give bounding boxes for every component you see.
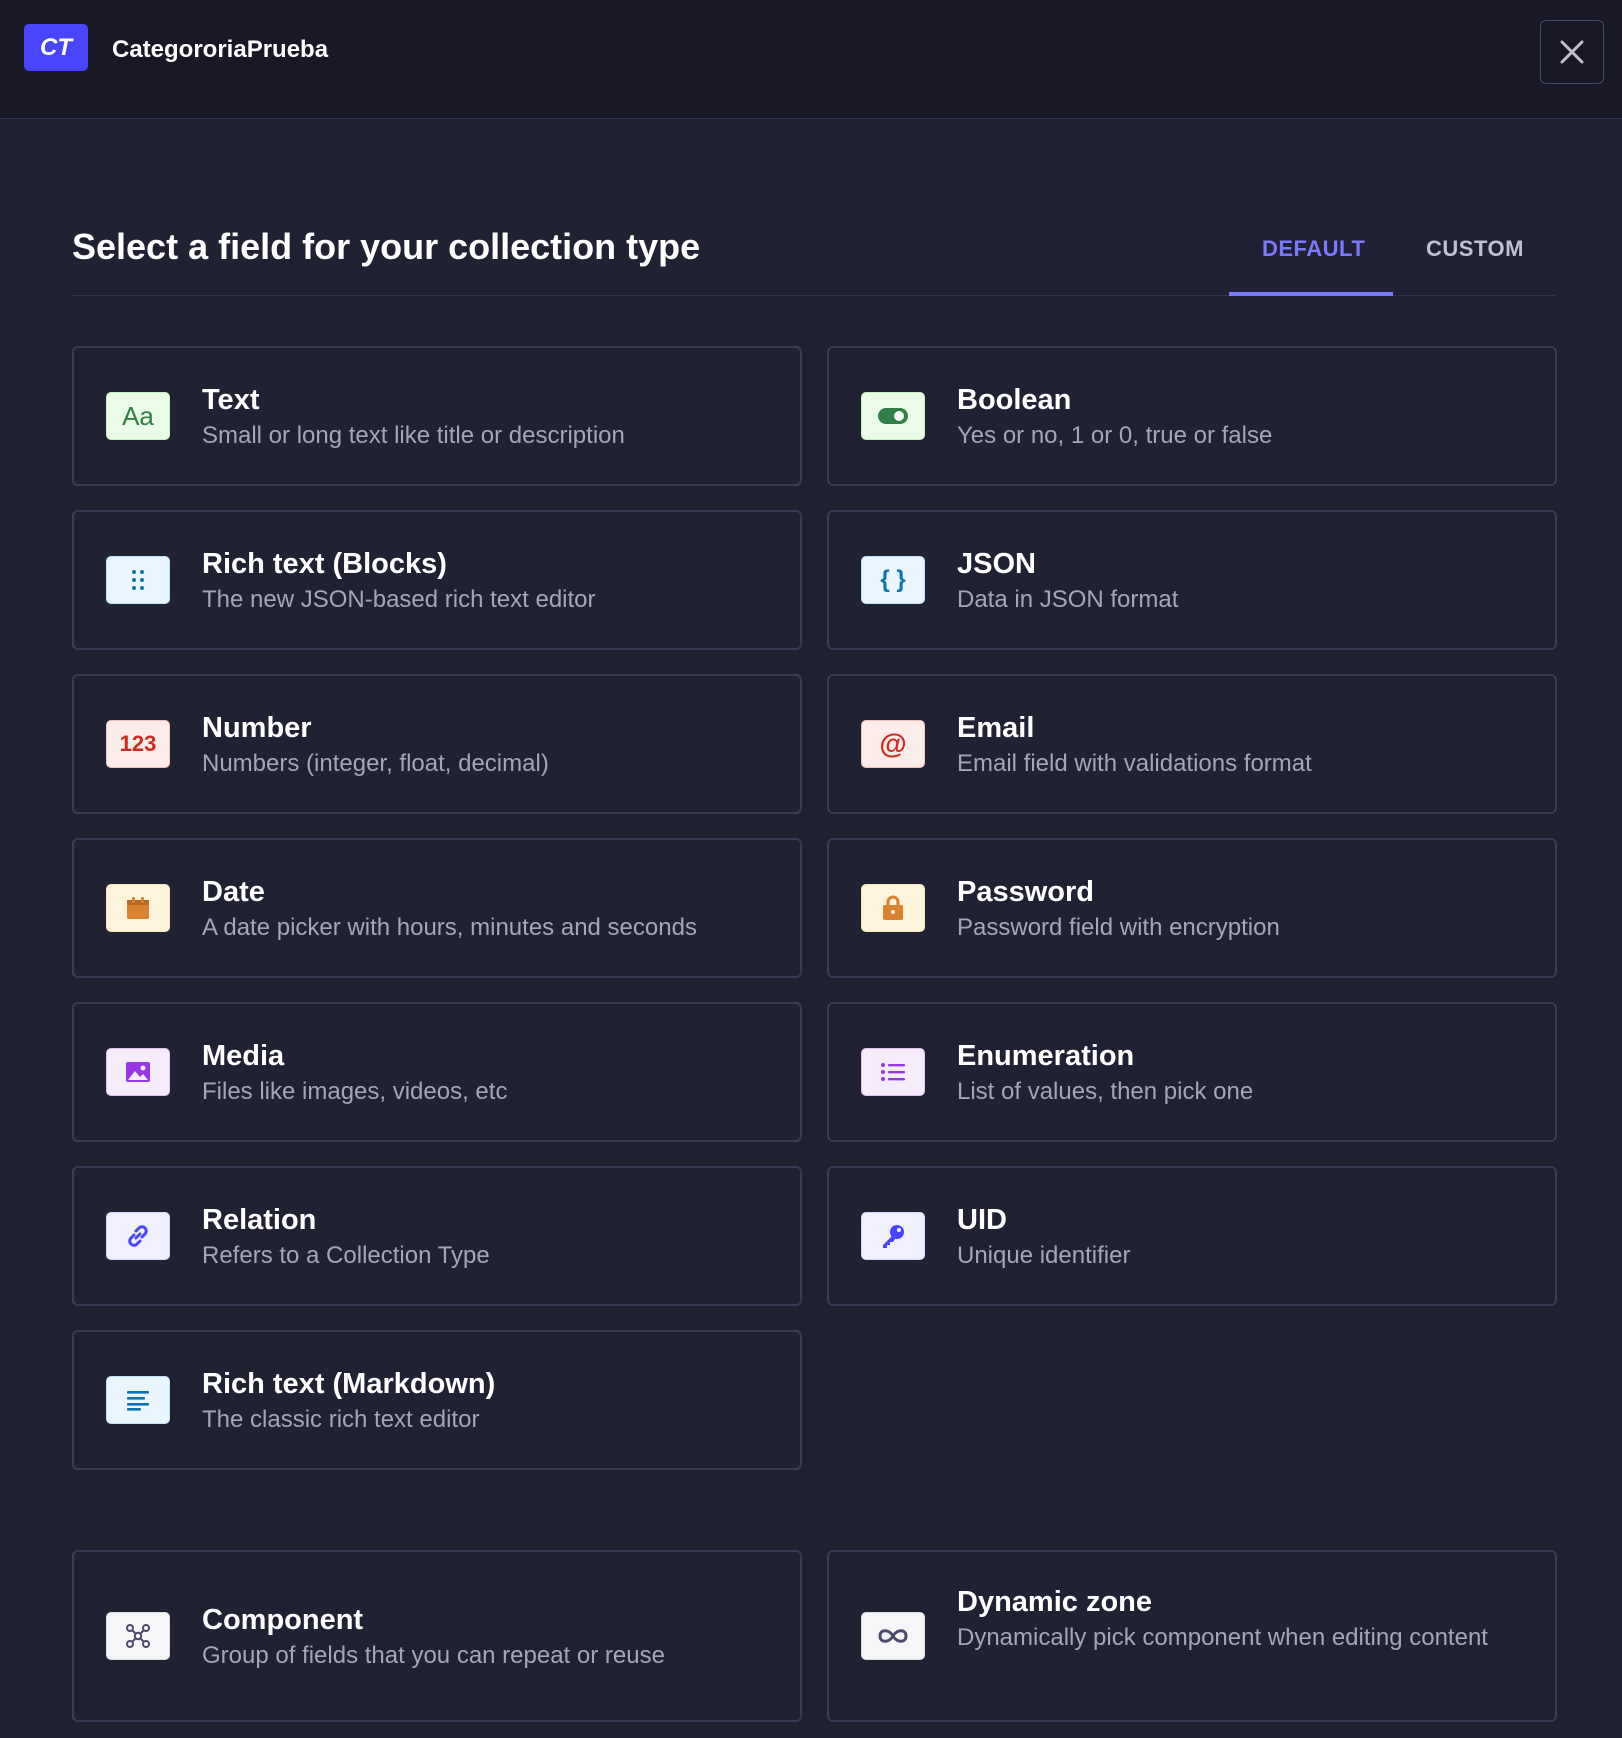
list-icon — [861, 1048, 925, 1096]
field-label: Boolean — [957, 384, 1072, 416]
number-icon: 123 — [106, 720, 170, 768]
field-label: Component — [202, 1604, 364, 1636]
field-label: Date — [202, 876, 265, 908]
field-label: Media — [202, 1040, 285, 1072]
field-card-relation[interactable]: Relation Refers to a Collection Type — [72, 1166, 802, 1306]
field-label: Email — [957, 712, 1035, 744]
field-description: Dynamically pick component when editing … — [957, 1624, 1488, 1651]
field-card-dynamic-zone[interactable]: Dynamic zone Dynamically pick component … — [827, 1550, 1557, 1722]
infinity-icon — [861, 1612, 925, 1660]
field-card-boolean[interactable]: Boolean Yes or no, 1 or 0, true or false — [827, 346, 1557, 486]
close-button[interactable] — [1540, 20, 1604, 84]
field-description: Files like images, videos, etc — [202, 1078, 508, 1105]
page-title: Select a field for your collection type — [72, 226, 701, 267]
at-icon: @ — [861, 720, 925, 768]
field-card-number[interactable]: 123 Number Numbers (integer, float, deci… — [72, 674, 802, 814]
field-description: The new JSON-based rich text editor — [202, 586, 596, 613]
field-card-password[interactable]: Password Password field with encryption — [827, 838, 1557, 978]
field-card-component[interactable]: Component Group of fields that you can r… — [72, 1550, 802, 1722]
close-icon — [1560, 40, 1584, 64]
field-description: Group of fields that you can repeat or r… — [202, 1642, 665, 1669]
tab-custom[interactable]: CUSTOM — [1426, 236, 1524, 262]
field-description: Yes or no, 1 or 0, true or false — [957, 422, 1273, 449]
field-label: UID — [957, 1204, 1007, 1236]
field-label: Rich text (Blocks) — [202, 548, 447, 580]
component-icon — [106, 1612, 170, 1660]
drag-dots-icon — [106, 556, 170, 604]
paragraph-icon — [106, 1376, 170, 1424]
content-type-badge: CT — [24, 24, 88, 71]
field-label: Dynamic zone — [957, 1586, 1152, 1618]
field-card-uid[interactable]: UID Unique identifier — [827, 1166, 1557, 1306]
field-description: Refers to a Collection Type — [202, 1242, 490, 1269]
field-description: List of values, then pick one — [957, 1078, 1254, 1105]
tab-default[interactable]: DEFAULT — [1262, 236, 1365, 262]
field-description: Password field with encryption — [957, 914, 1280, 941]
field-card-enumeration[interactable]: Enumeration List of values, then pick on… — [827, 1002, 1557, 1142]
active-tab-indicator — [1229, 292, 1393, 296]
header-title: CategororiaPrueba — [112, 36, 329, 63]
field-label: Password — [957, 876, 1094, 908]
field-label: Number — [202, 712, 312, 744]
field-card-media[interactable]: Media Files like images, videos, etc — [72, 1002, 802, 1142]
key-icon — [861, 1212, 925, 1260]
field-description: Small or long text like title or descrip… — [202, 422, 625, 449]
field-description: A date picker with hours, minutes and se… — [202, 914, 697, 941]
field-description: The classic rich text editor — [202, 1406, 480, 1433]
field-description: Unique identifier — [957, 1242, 1131, 1269]
field-label: Enumeration — [957, 1040, 1135, 1072]
braces-icon: { } — [861, 556, 925, 604]
field-label: Rich text (Markdown) — [202, 1368, 496, 1400]
field-label: JSON — [957, 548, 1036, 580]
field-card-rich-text-blocks[interactable]: Rich text (Blocks) The new JSON-based ri… — [72, 510, 802, 650]
link-icon — [106, 1212, 170, 1260]
field-card-json[interactable]: { } JSON Data in JSON format — [827, 510, 1557, 650]
field-card-date[interactable]: Date A date picker with hours, minutes a… — [72, 838, 802, 978]
toggle-icon — [861, 392, 925, 440]
text-icon: Aa — [106, 392, 170, 440]
field-description: Email field with validations format — [957, 750, 1312, 777]
field-card-text[interactable]: Aa Text Small or long text like title or… — [72, 346, 802, 486]
modal-header: CT CategororiaPrueba — [0, 0, 1622, 119]
field-card-rich-text-markdown[interactable]: Rich text (Markdown) The classic rich te… — [72, 1330, 802, 1470]
image-icon — [106, 1048, 170, 1096]
field-description: Numbers (integer, float, decimal) — [202, 750, 549, 777]
field-card-email[interactable]: @ Email Email field with validations for… — [827, 674, 1557, 814]
field-description: Data in JSON format — [957, 586, 1179, 613]
lock-icon — [861, 884, 925, 932]
calendar-icon — [106, 884, 170, 932]
field-label: Relation — [202, 1204, 317, 1236]
field-label: Text — [202, 384, 260, 416]
